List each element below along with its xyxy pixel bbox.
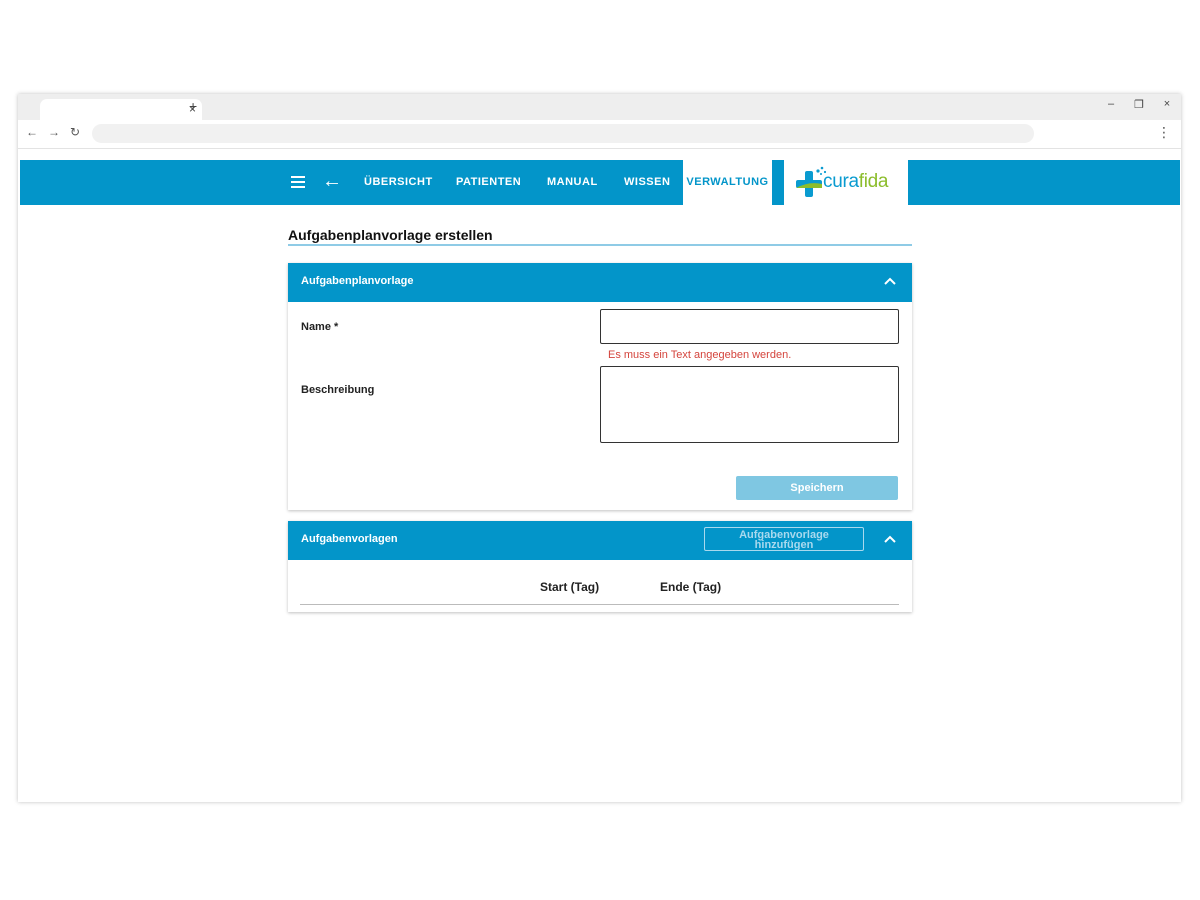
logo-part2: fida [858,171,889,192]
tasks-panel-title: Aufgabenvorlagen [301,533,398,545]
description-textarea[interactable] [600,366,899,443]
add-button-line2: hinzufügen [754,539,814,551]
app-bar: ← ÜBERSICHT PATIENTEN MANUAL WISSEN VERW… [20,160,1180,205]
logo-part1: cura [823,171,859,192]
reload-icon[interactable]: ↻ [70,125,80,139]
browser-menu-icon[interactable]: ⋮ [1157,124,1171,141]
browser-window: × + – ❐ × ← → ↻ ⋮ ← ÜBERSICHT PATIENTEN … [18,94,1181,802]
restore-icon[interactable]: ❐ [1133,98,1145,111]
chevron-up-icon[interactable] [882,274,898,290]
template-panel-header[interactable]: Aufgabenplanvorlage [288,263,912,302]
address-bar[interactable] [92,124,1034,143]
nav-patienten[interactable]: PATIENTEN [456,160,521,205]
nav-wissen[interactable]: WISSEN [624,160,670,205]
tab-strip: × + – ❐ × [18,94,1181,120]
nav-uebersicht[interactable]: ÜBERSICHT [364,160,433,205]
back-arrow-icon[interactable]: ← [322,169,342,193]
close-window-icon[interactable]: × [1161,98,1173,111]
hamburger-menu-icon[interactable] [291,176,305,188]
page-title: Aufgabenplanvorlage erstellen [288,227,493,243]
tasks-panel: Aufgabenvorlagen Aufgabenvorlage hinzufü… [288,521,912,612]
name-error-message: Es muss ein Text angegeben werden. [608,349,792,361]
tasks-panel-header[interactable]: Aufgabenvorlagen Aufgabenvorlage hinzufü… [288,521,912,560]
description-label: Beschreibung [301,384,375,396]
chevron-up-icon[interactable] [882,532,898,548]
name-input[interactable] [600,309,899,344]
browser-toolbar: ← → ↻ ⋮ [18,120,1181,149]
logo-wordmark: curafida [823,171,889,193]
save-button[interactable]: Speichern [736,476,898,500]
template-panel-title: Aufgabenplanvorlage [301,275,414,287]
minimize-icon[interactable]: – [1105,98,1117,111]
nav-manual[interactable]: MANUAL [547,160,598,205]
column-header-start: Start (Tag) [540,580,600,594]
column-header-end: Ende (Tag) [660,580,722,594]
curafida-logo: curafida [784,160,908,205]
nav-forward-icon[interactable]: → [48,125,60,139]
template-panel: Aufgabenplanvorlage Name * Es muss ein T… [288,263,912,510]
title-divider [288,244,912,246]
new-tab-icon[interactable]: + [189,98,197,114]
nav-back-icon[interactable]: ← [26,125,38,139]
nav-verwaltung[interactable]: VERWALTUNG [683,160,772,205]
add-task-template-button[interactable]: Aufgabenvorlage hinzufügen [704,527,864,551]
window-controls: – ❐ × [1105,98,1173,111]
name-label: Name * [301,321,339,333]
table-divider [300,604,899,605]
browser-tab[interactable]: × [40,99,202,120]
